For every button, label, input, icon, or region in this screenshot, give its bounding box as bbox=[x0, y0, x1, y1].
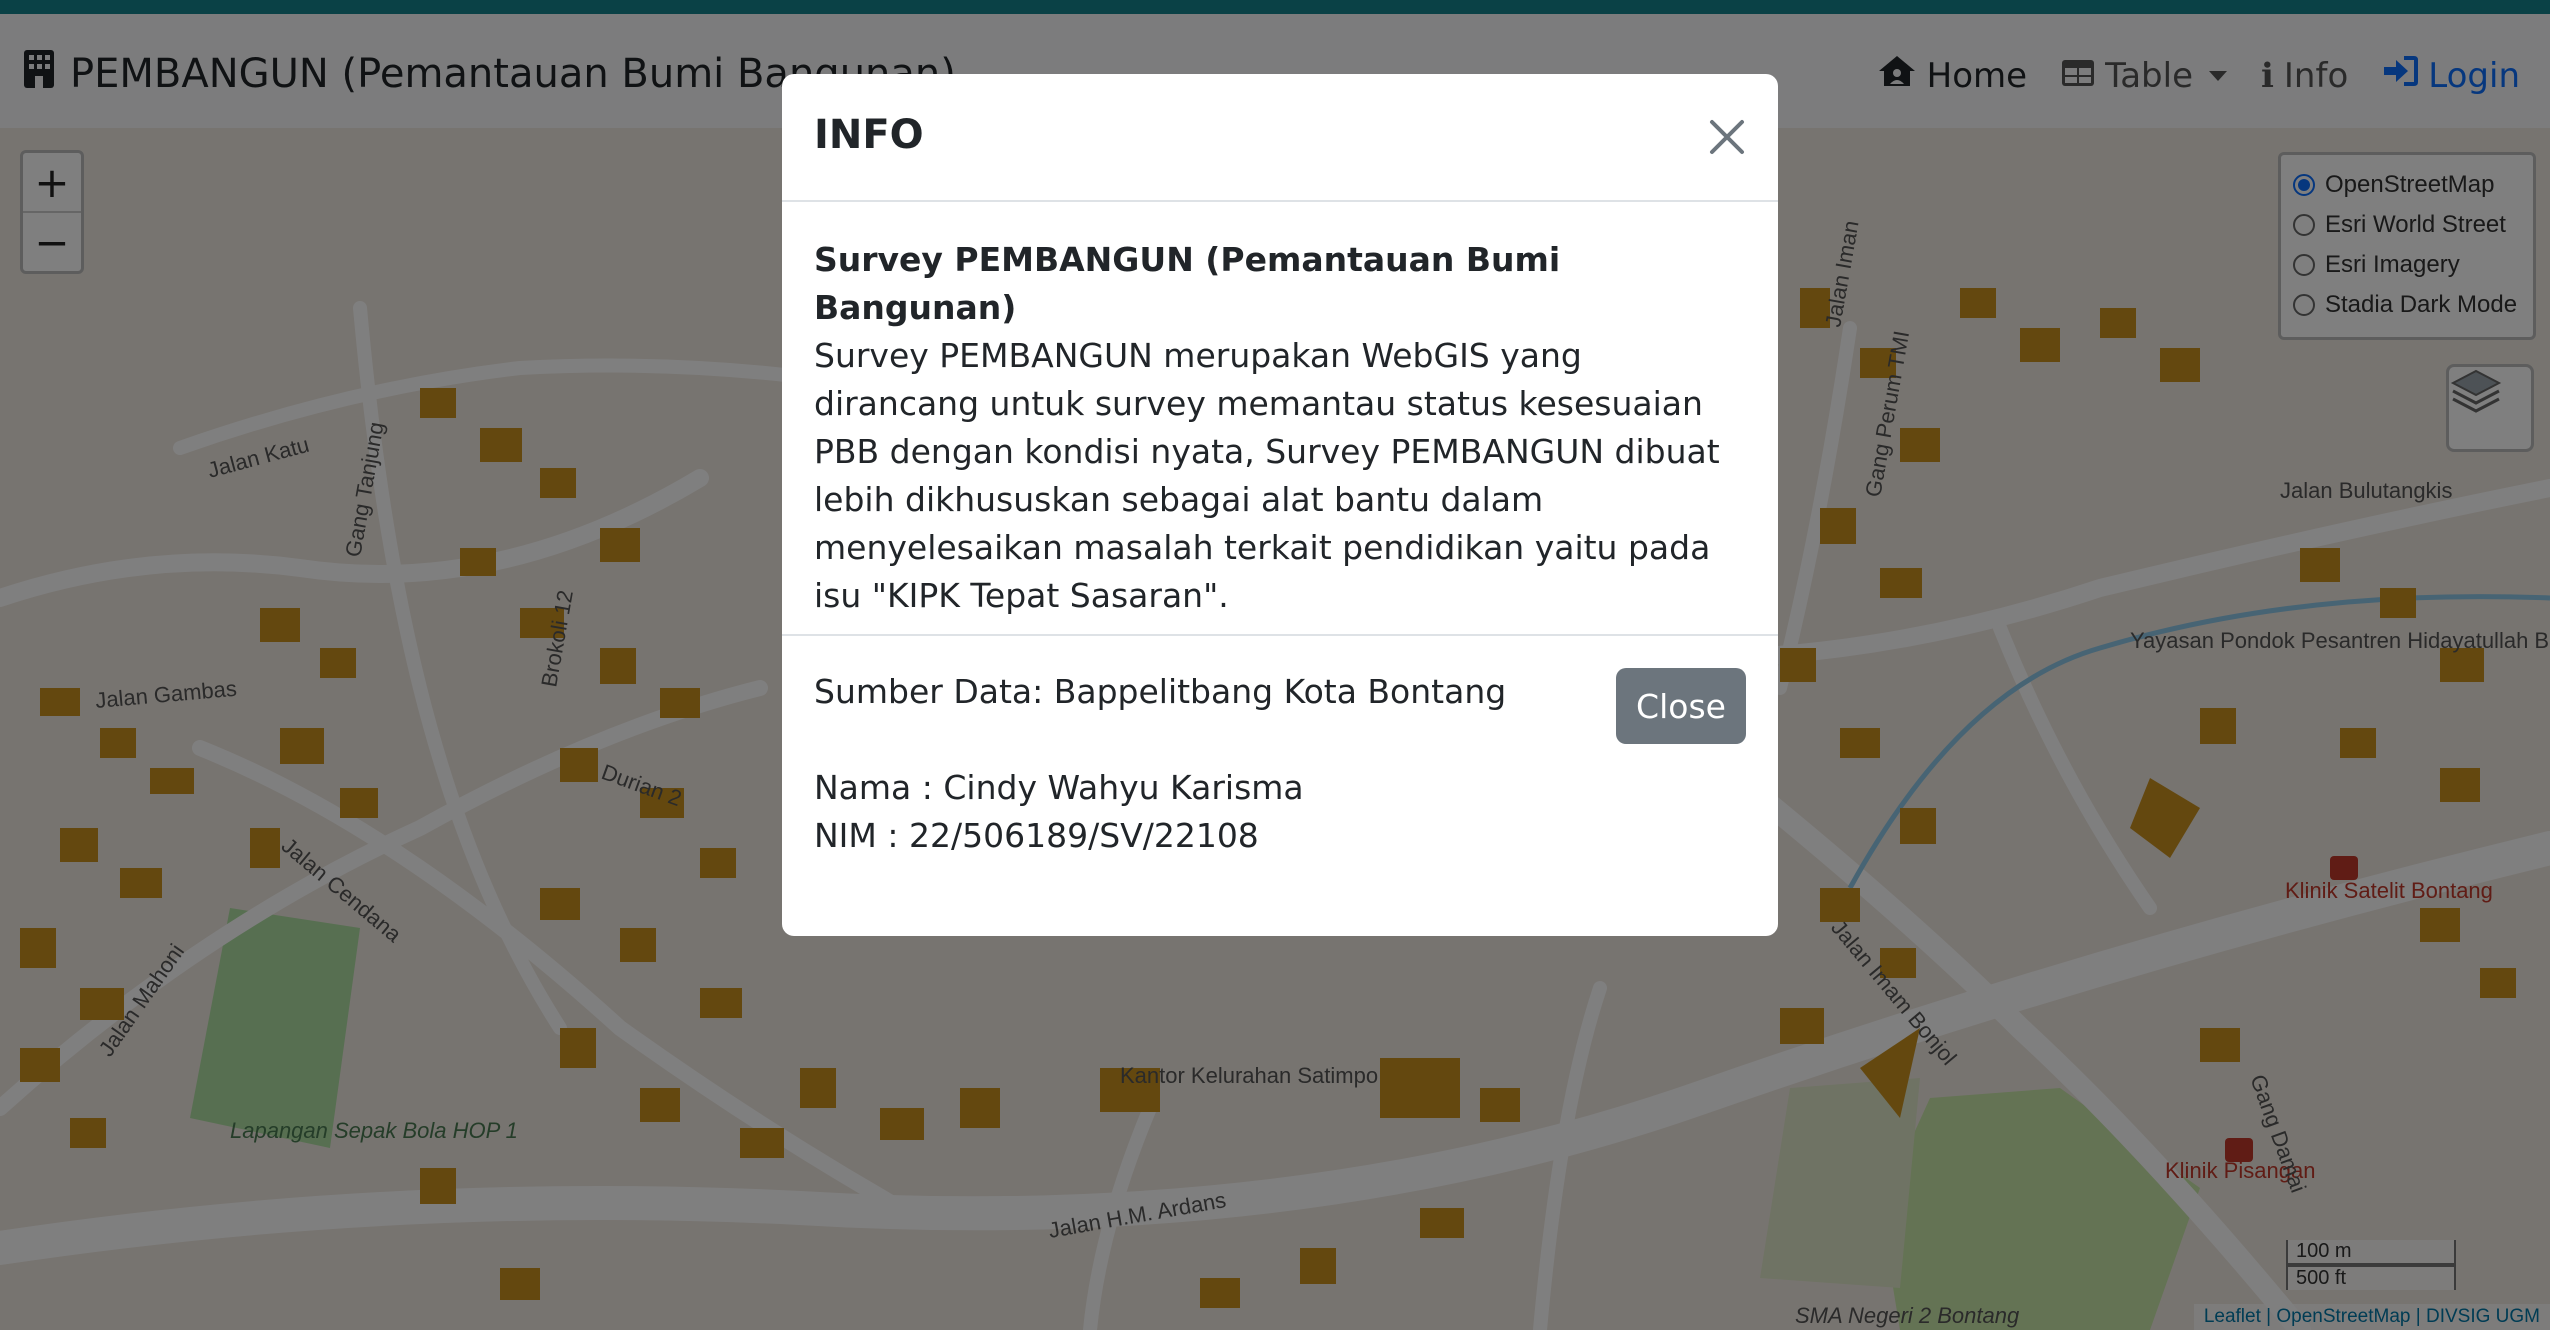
modal-close-button[interactable] bbox=[1702, 112, 1752, 162]
close-icon bbox=[1702, 120, 1752, 166]
close-button[interactable]: Close bbox=[1616, 668, 1746, 744]
modal-body: Survey PEMBANGUN (Pemantauan Bumi Bangun… bbox=[782, 202, 1778, 855]
info-modal: INFO Survey PEMBANGUN (Pemantauan Bumi B… bbox=[782, 74, 1778, 936]
modal-header: INFO bbox=[782, 74, 1778, 202]
modal-heading: Survey PEMBANGUN (Pemantauan Bumi Bangun… bbox=[814, 240, 1561, 327]
modal-nim: NIM : 22/506189/SV/22108 bbox=[814, 816, 1259, 855]
modal-description: Survey PEMBANGUN merupakan WebGIS yang d… bbox=[814, 336, 1720, 615]
modal-footer: Close bbox=[782, 634, 1778, 776]
modal-title: INFO bbox=[814, 112, 924, 158]
